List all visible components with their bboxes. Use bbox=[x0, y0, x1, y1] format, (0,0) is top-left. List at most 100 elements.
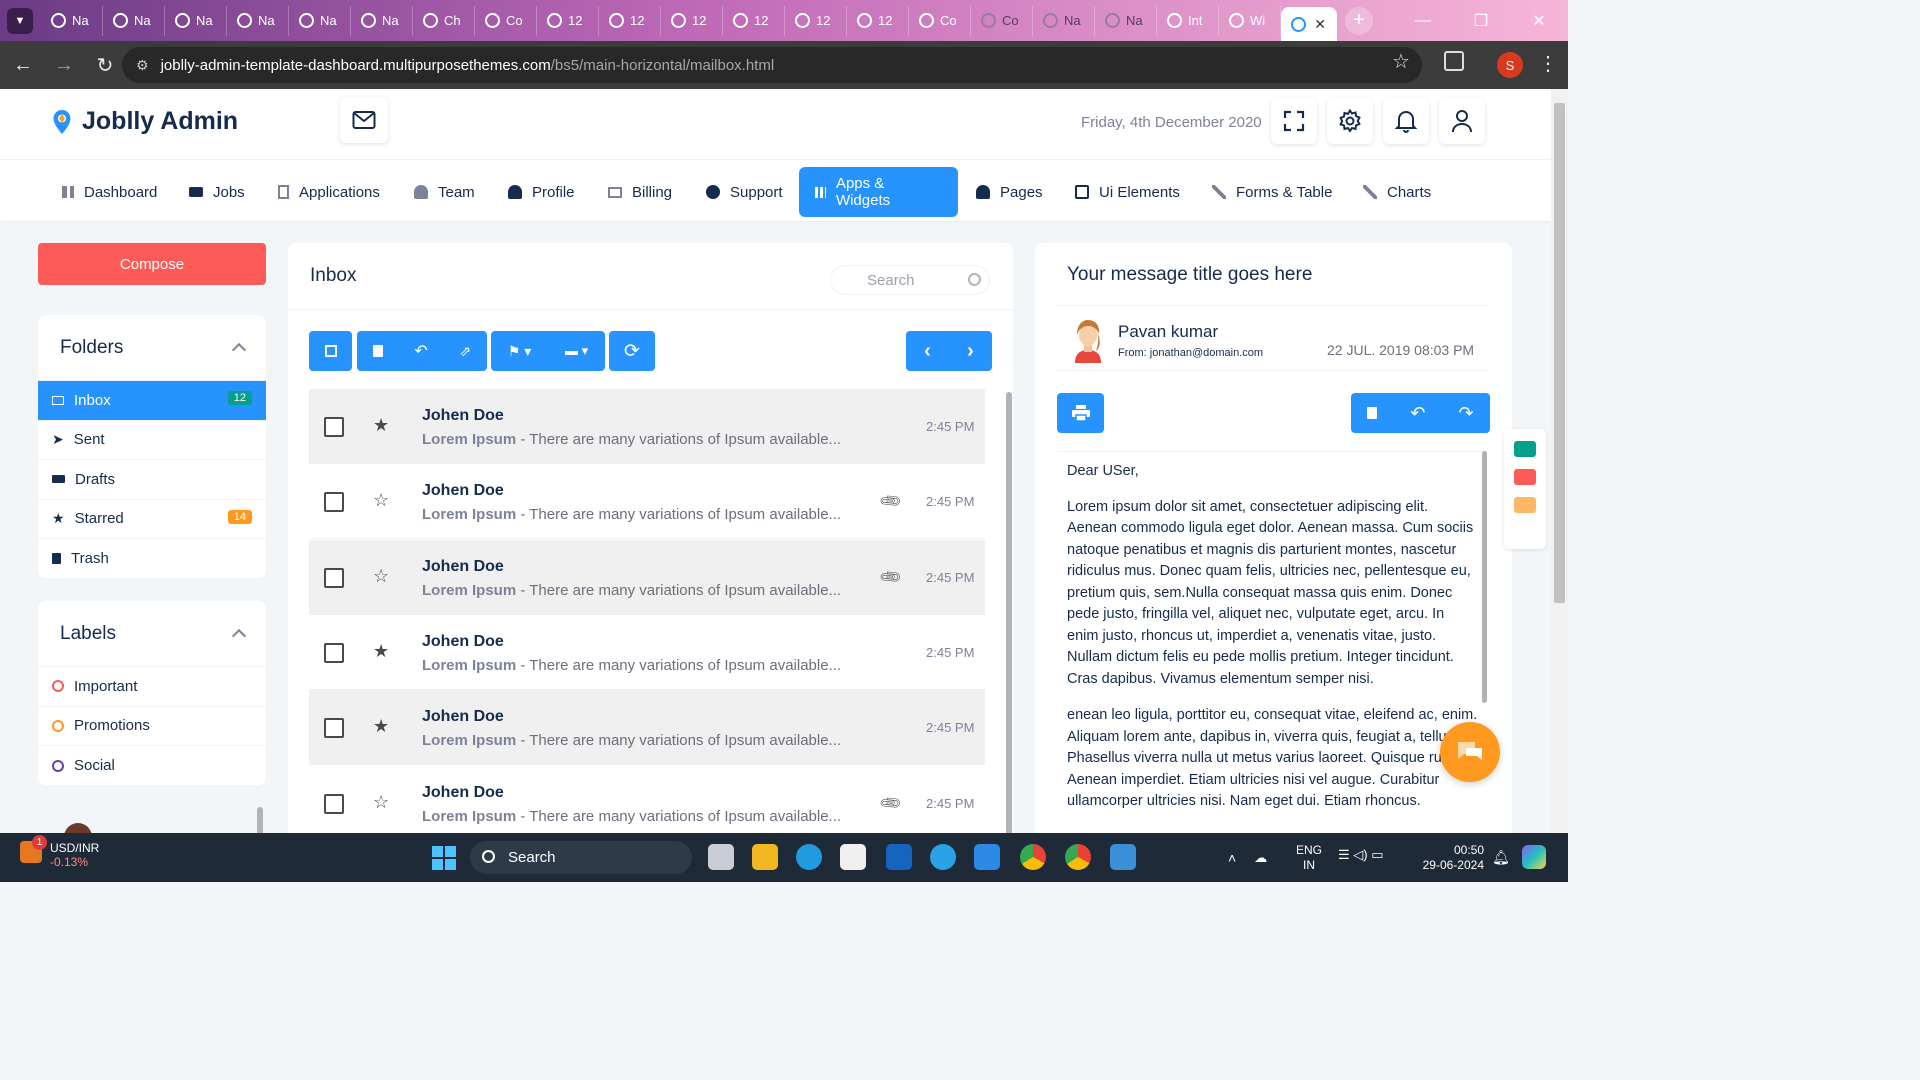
chevron-up-icon[interactable] bbox=[231, 628, 247, 643]
reply-icon[interactable]: ↶ bbox=[1410, 403, 1425, 424]
clock[interactable]: 00:50 29-06-2024 bbox=[1418, 843, 1484, 873]
label-important[interactable]: Important bbox=[38, 667, 266, 707]
browser-tab[interactable]: Co bbox=[475, 5, 537, 36]
nav-billing[interactable]: Billing bbox=[592, 167, 688, 217]
mail-checkbox[interactable] bbox=[324, 417, 344, 437]
browser-tab[interactable]: Na bbox=[1095, 5, 1157, 36]
folder-dropdown-icon[interactable]: ▬ ▾ bbox=[565, 343, 588, 359]
nav-forms-table[interactable]: Forms & Table bbox=[1196, 167, 1348, 217]
mail-checkbox[interactable] bbox=[324, 492, 344, 513]
search-icon[interactable] bbox=[968, 273, 981, 286]
star-outline-icon[interactable]: ☆ bbox=[373, 566, 389, 587]
mail-row[interactable]: ☆ Johen Doe Lorem Ipsum - There are many v… bbox=[309, 766, 985, 834]
nav-jobs[interactable]: Jobs bbox=[173, 167, 261, 217]
scrollbar-thumb[interactable] bbox=[1554, 103, 1565, 603]
store-icon[interactable] bbox=[840, 844, 866, 870]
extensions-icon[interactable] bbox=[1444, 51, 1464, 71]
chevron-left-icon[interactable]: ‹ bbox=[924, 340, 931, 363]
chevron-up-icon[interactable]: ˄ bbox=[1228, 850, 1236, 866]
copilot-icon[interactable] bbox=[1522, 845, 1546, 869]
site-info-icon[interactable]: ⚙ bbox=[136, 57, 149, 74]
network-icon[interactable]: ☁ bbox=[1254, 850, 1267, 866]
folder-drafts[interactable]: Drafts bbox=[38, 460, 266, 500]
browser-tab[interactable]: Na bbox=[227, 5, 289, 36]
compose-button[interactable]: Compose bbox=[38, 243, 266, 285]
settings-button[interactable] bbox=[1327, 98, 1373, 144]
mail-row[interactable]: ★ Johen Doe Lorem Ipsum - There are many v… bbox=[309, 615, 985, 690]
nav-apps-widgets[interactable]: Apps & Widgets bbox=[799, 167, 958, 217]
nav-team[interactable]: Team bbox=[398, 167, 491, 217]
mylip-icon[interactable] bbox=[886, 844, 912, 870]
mail-row[interactable]: ☆ Johen Doe Lorem Ipsum - There are many v… bbox=[309, 464, 985, 540]
sidebar-scrollbar[interactable] bbox=[257, 807, 263, 833]
labels-header[interactable]: Labels bbox=[38, 601, 266, 667]
print-button[interactable] bbox=[1057, 393, 1104, 433]
folder-sent[interactable]: ➤ Sent bbox=[38, 421, 266, 460]
flag-dropdown-icon[interactable]: ⚑ ▾ bbox=[508, 343, 531, 360]
notifications-button[interactable] bbox=[1383, 98, 1429, 144]
star-filled-icon[interactable]: ★ bbox=[373, 716, 389, 737]
nav-charts[interactable]: Charts bbox=[1347, 167, 1447, 217]
mail-row[interactable]: ★ Johen Doe Lorem Ipsum - There are many v… bbox=[309, 389, 985, 464]
tab-search-button[interactable]: ▼ bbox=[7, 7, 33, 34]
nav-ui-elements[interactable]: Ui Elements bbox=[1059, 167, 1196, 217]
browser-tab[interactable]: 12 bbox=[661, 5, 723, 36]
trash-icon[interactable] bbox=[1367, 407, 1378, 419]
folder-trash[interactable]: Trash bbox=[38, 539, 266, 579]
browser-tab[interactable]: Na bbox=[165, 5, 227, 36]
mail-checkbox[interactable] bbox=[324, 793, 344, 814]
browser-tab[interactable]: Na bbox=[1033, 5, 1095, 36]
mail-row[interactable]: ★ Johen Doe Lorem Ipsum - There are many v… bbox=[309, 690, 985, 766]
reply-icon[interactable]: ↶ bbox=[414, 341, 427, 361]
browser-tab[interactable]: 12 bbox=[599, 5, 661, 36]
chat-button[interactable] bbox=[1440, 722, 1500, 782]
image-icon[interactable] bbox=[1514, 469, 1536, 485]
edge-icon[interactable] bbox=[796, 844, 822, 870]
taskbar-search[interactable]: Search bbox=[470, 841, 692, 874]
url-bar[interactable]: ⚙ joblly-admin-template-dashboard.multip… bbox=[122, 47, 1422, 83]
back-button[interactable]: ← bbox=[5, 47, 41, 83]
nav-profile[interactable]: Profile bbox=[492, 167, 591, 217]
refresh-button[interactable]: ⟳ bbox=[609, 331, 655, 371]
browser-tab[interactable]: 12 bbox=[785, 5, 847, 36]
nav-support[interactable]: Support bbox=[690, 167, 799, 217]
mail-checkbox[interactable] bbox=[324, 718, 344, 739]
select-all-button[interactable] bbox=[309, 331, 352, 371]
browser-tab[interactable]: Na bbox=[289, 5, 351, 36]
bookmark-star-icon[interactable]: ☆ bbox=[1392, 49, 1410, 74]
nav-applications[interactable]: Applications bbox=[262, 167, 396, 217]
stock-widget[interactable]: 1 USD/INR -0.13% bbox=[20, 835, 99, 869]
close-tab-icon[interactable]: ✕ bbox=[1314, 16, 1326, 33]
label-social[interactable]: Social bbox=[38, 746, 266, 786]
logo[interactable]: Joblly Admin bbox=[52, 107, 238, 136]
star-outline-icon[interactable]: ☆ bbox=[373, 490, 389, 511]
chrome-profile-icon[interactable] bbox=[1065, 844, 1091, 870]
share-icon[interactable]: ⇗ bbox=[459, 343, 471, 360]
browser-tab-active[interactable]: ✕ bbox=[1281, 7, 1337, 41]
language-indicator[interactable]: ENG IN bbox=[1296, 843, 1322, 873]
folders-header[interactable]: Folders bbox=[38, 315, 266, 381]
money-icon[interactable] bbox=[1514, 441, 1536, 457]
browser-tab[interactable]: Int bbox=[1157, 5, 1219, 36]
help-icon[interactable] bbox=[930, 844, 956, 870]
windows-start-icon[interactable] bbox=[432, 846, 456, 870]
reader-scrollbar[interactable] bbox=[1482, 451, 1487, 703]
browser-tab[interactable]: Co bbox=[971, 5, 1033, 36]
chevron-right-icon[interactable]: › bbox=[967, 340, 974, 363]
star-filled-icon[interactable]: ★ bbox=[373, 415, 389, 436]
folder-starred[interactable]: ★ Starred 14 bbox=[38, 500, 266, 539]
forward-icon[interactable]: ↷ bbox=[1458, 403, 1473, 424]
new-tab-button[interactable]: + bbox=[1345, 6, 1373, 35]
browser-tab[interactable]: 12 bbox=[723, 5, 785, 36]
chrome-icon[interactable] bbox=[1020, 844, 1046, 870]
task-view-icon[interactable] bbox=[708, 844, 734, 870]
maximize-button[interactable]: ❐ bbox=[1452, 0, 1510, 41]
folder-inbox[interactable]: Inbox 12 bbox=[38, 381, 266, 421]
browser-tab[interactable]: Na bbox=[351, 5, 413, 36]
browser-menu-icon[interactable]: ⋮ bbox=[1538, 51, 1558, 76]
user-button[interactable] bbox=[1439, 98, 1485, 144]
mail-checkbox[interactable] bbox=[324, 567, 344, 588]
close-window-button[interactable]: ✕ bbox=[1510, 0, 1568, 41]
browser-tab[interactable]: Co bbox=[909, 5, 971, 36]
fullscreen-button[interactable] bbox=[1271, 98, 1317, 144]
